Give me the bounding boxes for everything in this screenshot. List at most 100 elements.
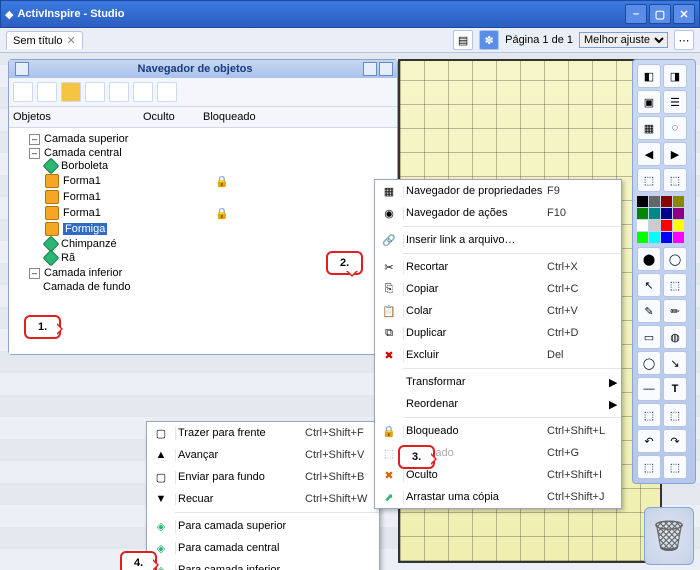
expander-icon[interactable]: – bbox=[29, 134, 40, 145]
palette-icon[interactable]: ◧ bbox=[637, 64, 661, 88]
tool-palette: ◧◨ ▣☰ ▦◌ ◀▶ ⬚⬚ ⬤◯ ↖⬚ ✎✏ ▭◍ ◯↘ —T ⬚⬚ ↶↷ ⬚… bbox=[632, 59, 696, 484]
menu-item-submenu[interactable]: Reordenar▶ bbox=[375, 393, 621, 415]
palette-icon[interactable]: ⬚ bbox=[637, 455, 661, 479]
tree-item[interactable]: Chimpanzé bbox=[45, 237, 393, 251]
zoom-select[interactable]: Melhor ajuste bbox=[579, 32, 668, 48]
color-swatch[interactable] bbox=[649, 232, 660, 243]
palette-icon[interactable]: ▦ bbox=[637, 116, 661, 140]
menu-item[interactable]: 📋ColarCtrl+V bbox=[375, 300, 621, 322]
toolbar-icon[interactable] bbox=[61, 82, 81, 102]
panel-close-icon[interactable] bbox=[379, 62, 393, 76]
palette-icon[interactable]: ◯ bbox=[663, 247, 687, 271]
menu-item[interactable]: ▲AvançarCtrl+Shift+V bbox=[147, 444, 379, 466]
expander-icon[interactable]: – bbox=[29, 148, 40, 159]
toolbar-icon[interactable] bbox=[37, 82, 57, 102]
menu-item[interactable]: ◈Para camada inferior bbox=[147, 559, 379, 570]
text-tool-icon[interactable]: T bbox=[663, 377, 687, 401]
menu-item-submenu[interactable]: Transformar▶ bbox=[375, 371, 621, 393]
panel-pin-icon[interactable] bbox=[15, 62, 29, 76]
color-swatch[interactable] bbox=[661, 196, 672, 207]
color-swatch[interactable] bbox=[637, 232, 648, 243]
menu-item[interactable]: 🔒BloqueadoCtrl+Shift+L bbox=[375, 420, 621, 442]
palette-icon[interactable]: ◨ bbox=[663, 64, 687, 88]
fill-tool-icon[interactable]: ◍ bbox=[663, 325, 687, 349]
color-swatch[interactable] bbox=[637, 208, 648, 219]
color-swatch[interactable] bbox=[661, 232, 672, 243]
layer-central[interactable]: Camada central bbox=[44, 147, 122, 159]
color-swatch[interactable] bbox=[649, 208, 660, 219]
object-tree[interactable]: –Camada superior –Camada central Borbole… bbox=[9, 128, 397, 354]
tree-item[interactable]: Forma1🔒 bbox=[45, 173, 393, 189]
tab-close-icon[interactable]: ✕ bbox=[67, 34, 76, 47]
annotate-icon[interactable]: ✽ bbox=[479, 30, 499, 50]
callout-2: 2. bbox=[326, 251, 363, 275]
minimize-button[interactable]: – bbox=[625, 4, 647, 24]
menu-item[interactable]: ⎘CopiarCtrl+C bbox=[375, 278, 621, 300]
toolbar-icon[interactable] bbox=[13, 82, 33, 102]
palette-icon[interactable]: ⬚ bbox=[637, 168, 661, 192]
color-swatch[interactable] bbox=[661, 220, 672, 231]
panel-opts-icon[interactable] bbox=[363, 62, 377, 76]
color-swatch[interactable] bbox=[661, 208, 672, 219]
eraser-tool-icon[interactable]: ▭ bbox=[637, 325, 661, 349]
menu-item[interactable]: ✖ExcluirDel bbox=[375, 344, 621, 366]
palette-icon[interactable]: ⬚ bbox=[663, 455, 687, 479]
close-button[interactable]: ✕ bbox=[673, 4, 695, 24]
trash-bin[interactable]: 🗑 bbox=[644, 507, 694, 565]
menu-item[interactable]: ◈Para camada superior bbox=[147, 515, 379, 537]
workspace: Navegador de objetos Objetos Oculto Bloq… bbox=[0, 53, 700, 570]
palette-icon[interactable]: ⬚ bbox=[637, 403, 661, 427]
menu-item[interactable]: ⬈Arrastar uma cópiaCtrl+Shift+J bbox=[375, 486, 621, 508]
maximize-button[interactable]: ▢ bbox=[649, 4, 671, 24]
menu-item[interactable]: ◈Para camada central bbox=[147, 537, 379, 559]
undo-icon[interactable]: ↶ bbox=[637, 429, 661, 453]
color-swatch[interactable] bbox=[649, 196, 660, 207]
color-swatch[interactable] bbox=[673, 232, 684, 243]
menu-item[interactable]: ⧉DuplicarCtrl+D bbox=[375, 322, 621, 344]
palette-icon[interactable]: ⬚ bbox=[663, 403, 687, 427]
menu-item[interactable]: ▼RecuarCtrl+Shift+W bbox=[147, 488, 379, 510]
document-tab[interactable]: Sem título ✕ bbox=[6, 31, 83, 49]
menu-item[interactable]: ▦Navegador de propriedadesF9 bbox=[375, 180, 621, 202]
palette-icon[interactable]: ☰ bbox=[663, 90, 687, 114]
tree-item-selected[interactable]: Formiga⚙ bbox=[45, 221, 393, 237]
line-tool-icon[interactable]: — bbox=[637, 377, 661, 401]
toolbar-icon[interactable] bbox=[109, 82, 129, 102]
palette-icon[interactable]: ▣ bbox=[637, 90, 661, 114]
menu-item[interactable]: ▢Trazer para frenteCtrl+Shift+F bbox=[147, 422, 379, 444]
shape-tool-icon[interactable]: ◯ bbox=[637, 351, 661, 375]
redo-icon[interactable]: ↷ bbox=[663, 429, 687, 453]
color-swatch[interactable] bbox=[673, 196, 684, 207]
color-swatch[interactable] bbox=[637, 220, 648, 231]
highlighter-icon[interactable]: ✏ bbox=[663, 299, 687, 323]
color-swatch[interactable] bbox=[637, 196, 648, 207]
expander-icon[interactable]: – bbox=[29, 268, 40, 279]
palette-icon[interactable]: ⬤ bbox=[637, 247, 661, 271]
connector-icon[interactable]: ↘ bbox=[663, 351, 687, 375]
select-tool-icon[interactable]: ⬚ bbox=[663, 273, 687, 297]
palette-icon[interactable]: ⬚ bbox=[663, 168, 687, 192]
tree-item[interactable]: Forma1 bbox=[45, 189, 393, 205]
menu-item[interactable]: ◉Navegador de açõesF10 bbox=[375, 202, 621, 224]
layer-bottom[interactable]: Camada inferior bbox=[44, 267, 122, 279]
tree-item[interactable]: Borboleta bbox=[45, 159, 393, 173]
toolbar-icon[interactable] bbox=[85, 82, 105, 102]
color-swatch[interactable] bbox=[673, 208, 684, 219]
next-page-icon[interactable]: ▶ bbox=[663, 142, 687, 166]
toolbar-icon[interactable] bbox=[133, 82, 153, 102]
toolbar-icon[interactable] bbox=[157, 82, 177, 102]
menu-item[interactable]: ▢Enviar para fundoCtrl+Shift+B bbox=[147, 466, 379, 488]
color-swatch[interactable] bbox=[673, 220, 684, 231]
thumbnails-icon[interactable]: ▤ bbox=[453, 30, 473, 50]
layer-background[interactable]: Camada de fundo bbox=[43, 281, 130, 293]
menu-item[interactable]: 🔗Inserir link a arquivo… bbox=[375, 229, 621, 251]
pen-tool-icon[interactable]: ✎ bbox=[637, 299, 661, 323]
palette-icon[interactable]: ◌ bbox=[663, 116, 687, 140]
menu-item[interactable]: ✂RecortarCtrl+X bbox=[375, 256, 621, 278]
layer-top[interactable]: Camada superior bbox=[44, 133, 128, 145]
prev-page-icon[interactable]: ◀ bbox=[637, 142, 661, 166]
color-swatch[interactable] bbox=[649, 220, 660, 231]
tree-item[interactable]: Forma1🔒 bbox=[45, 205, 393, 221]
arrow-tool-icon[interactable]: ↖ bbox=[637, 273, 661, 297]
settings-icon[interactable]: ⋯ bbox=[674, 30, 694, 50]
